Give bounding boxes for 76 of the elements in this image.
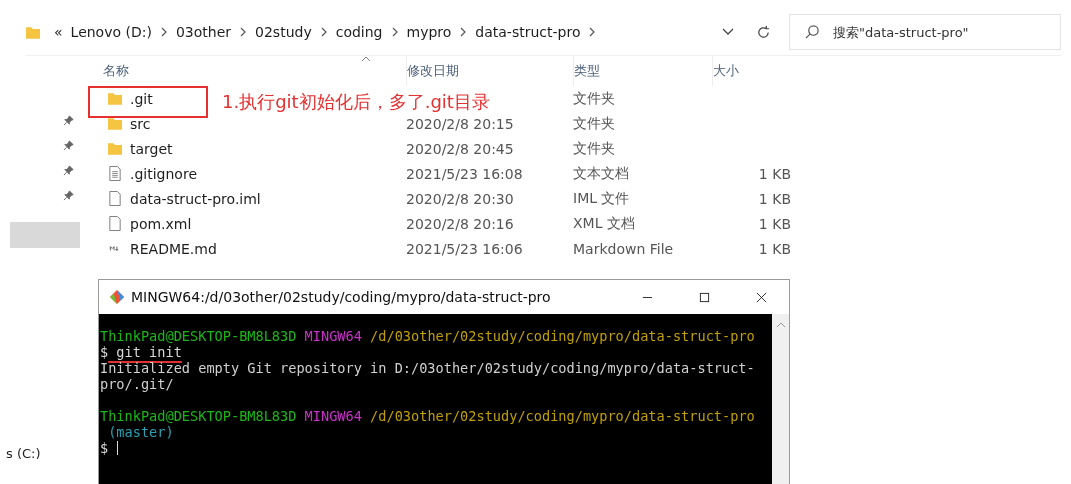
terminal-text: ThinkPad@DESKTOP-BM8L83D xyxy=(100,328,297,344)
terminal-text: $ xyxy=(100,344,109,360)
file-name[interactable]: target xyxy=(130,140,173,157)
search-icon xyxy=(805,24,820,39)
file-name[interactable]: .git xyxy=(130,90,153,107)
breadcrumb[interactable]: 02study xyxy=(255,24,312,40)
maximize-icon[interactable] xyxy=(699,291,710,303)
file-type: 文件夹 xyxy=(573,114,616,133)
file-name[interactable]: data-struct-pro.iml xyxy=(130,190,261,207)
file-type: 文件夹 xyxy=(573,139,616,158)
folder-icon xyxy=(108,91,122,106)
breadcrumb[interactable]: data-struct-pro xyxy=(475,24,581,40)
search-field[interactable]: 搜索"data-struct-pro" xyxy=(789,14,1061,50)
file-type: IML 文件 xyxy=(573,189,631,208)
modified-date: 2021/5/23 16:06 xyxy=(406,240,524,257)
text-file-icon xyxy=(108,166,122,181)
file-icon xyxy=(108,191,122,206)
file-size: 1 KB xyxy=(757,215,791,232)
file-type: XML 文档 xyxy=(573,214,636,233)
close-icon[interactable] xyxy=(756,291,767,303)
chevron-right-icon xyxy=(390,26,399,38)
file-name[interactable]: src xyxy=(130,115,151,132)
modified-date: 2020/2/8 20:30 xyxy=(406,190,515,207)
modified-date: 2020/2/8 20:15 xyxy=(406,115,515,132)
file-icon xyxy=(108,216,122,231)
file-type: 文件夹 xyxy=(573,89,616,108)
chevron-right-icon xyxy=(319,26,328,38)
pin-icon[interactable] xyxy=(63,190,74,201)
modified-date: 2020/2/8 20:45 xyxy=(406,140,515,157)
column-header[interactable]: 大小 xyxy=(713,56,793,86)
terminal-text: /d/03other/02study/coding/mypro/data-struct-pro xyxy=(369,328,755,344)
pin-icon[interactable] xyxy=(63,140,74,151)
modified-date: 2020/2/8 20:16 xyxy=(406,215,515,232)
terminal-text: $ xyxy=(100,440,109,456)
dropdown-icon[interactable] xyxy=(722,28,734,36)
pin-icon[interactable] xyxy=(63,115,74,126)
file-name[interactable]: pom.xml xyxy=(130,215,192,232)
breadcrumb[interactable]: Lenovo (D:) xyxy=(70,24,152,40)
folder-icon xyxy=(26,25,40,39)
file-type: 文本文档 xyxy=(573,164,630,183)
file-name[interactable]: README.md xyxy=(130,240,217,257)
terminal-text: pro/.git/ xyxy=(100,376,174,392)
chevron-right-icon xyxy=(459,26,468,38)
sort-caret-icon xyxy=(361,56,371,62)
terminal-text: (master) xyxy=(107,424,174,440)
terminal-text: /d/03other/02study/coding/mypro/data-struct-pro xyxy=(369,408,755,424)
column-header[interactable]: 修改日期 xyxy=(406,56,575,86)
drive-label[interactable]: s (C:) xyxy=(6,446,41,461)
modified-date: 2021/5/23 16:08 xyxy=(406,165,524,182)
refresh-icon[interactable] xyxy=(756,24,771,40)
terminal-text: MINGW64 xyxy=(303,408,362,424)
breadcrumb[interactable]: mypro xyxy=(406,24,452,40)
overflow-chevron[interactable]: « xyxy=(54,24,63,40)
file-type: Markdown File xyxy=(573,240,675,257)
annotation-text: 1.执行git初始化后，多了.git目录 xyxy=(222,90,490,114)
file-size: 1 KB xyxy=(757,190,791,207)
folder-icon xyxy=(108,116,122,131)
git-logo-icon xyxy=(109,289,125,305)
breadcrumb[interactable]: coding xyxy=(335,24,383,40)
column-header[interactable]: 类型 xyxy=(574,56,714,86)
terminal-text: git init xyxy=(115,344,182,360)
terminal-text: ThinkPad@DESKTOP-BM8L83D xyxy=(100,408,297,424)
breadcrumb[interactable]: 03other xyxy=(175,24,232,40)
pin-icon[interactable] xyxy=(63,165,74,176)
chevron-right-icon xyxy=(239,26,248,38)
file-name[interactable]: .gitignore xyxy=(130,165,197,182)
scrollbar[interactable] xyxy=(772,314,789,484)
chevron-right-icon xyxy=(159,26,168,38)
file-size: 1 KB xyxy=(757,240,791,257)
window-title: MINGW64:/d/03other/02study/coding/mypro/data-struct-pro xyxy=(131,289,551,305)
column-header[interactable]: 名称 xyxy=(103,56,407,86)
folder-icon xyxy=(108,141,122,156)
terminal-text: Initialized empty Git repository in D:/03other/02study/coding/mypro/data-struct- xyxy=(100,360,755,376)
terminal-text: MINGW64 xyxy=(303,328,362,344)
file-size: 1 KB xyxy=(757,165,791,182)
chevron-right-icon xyxy=(588,26,597,38)
